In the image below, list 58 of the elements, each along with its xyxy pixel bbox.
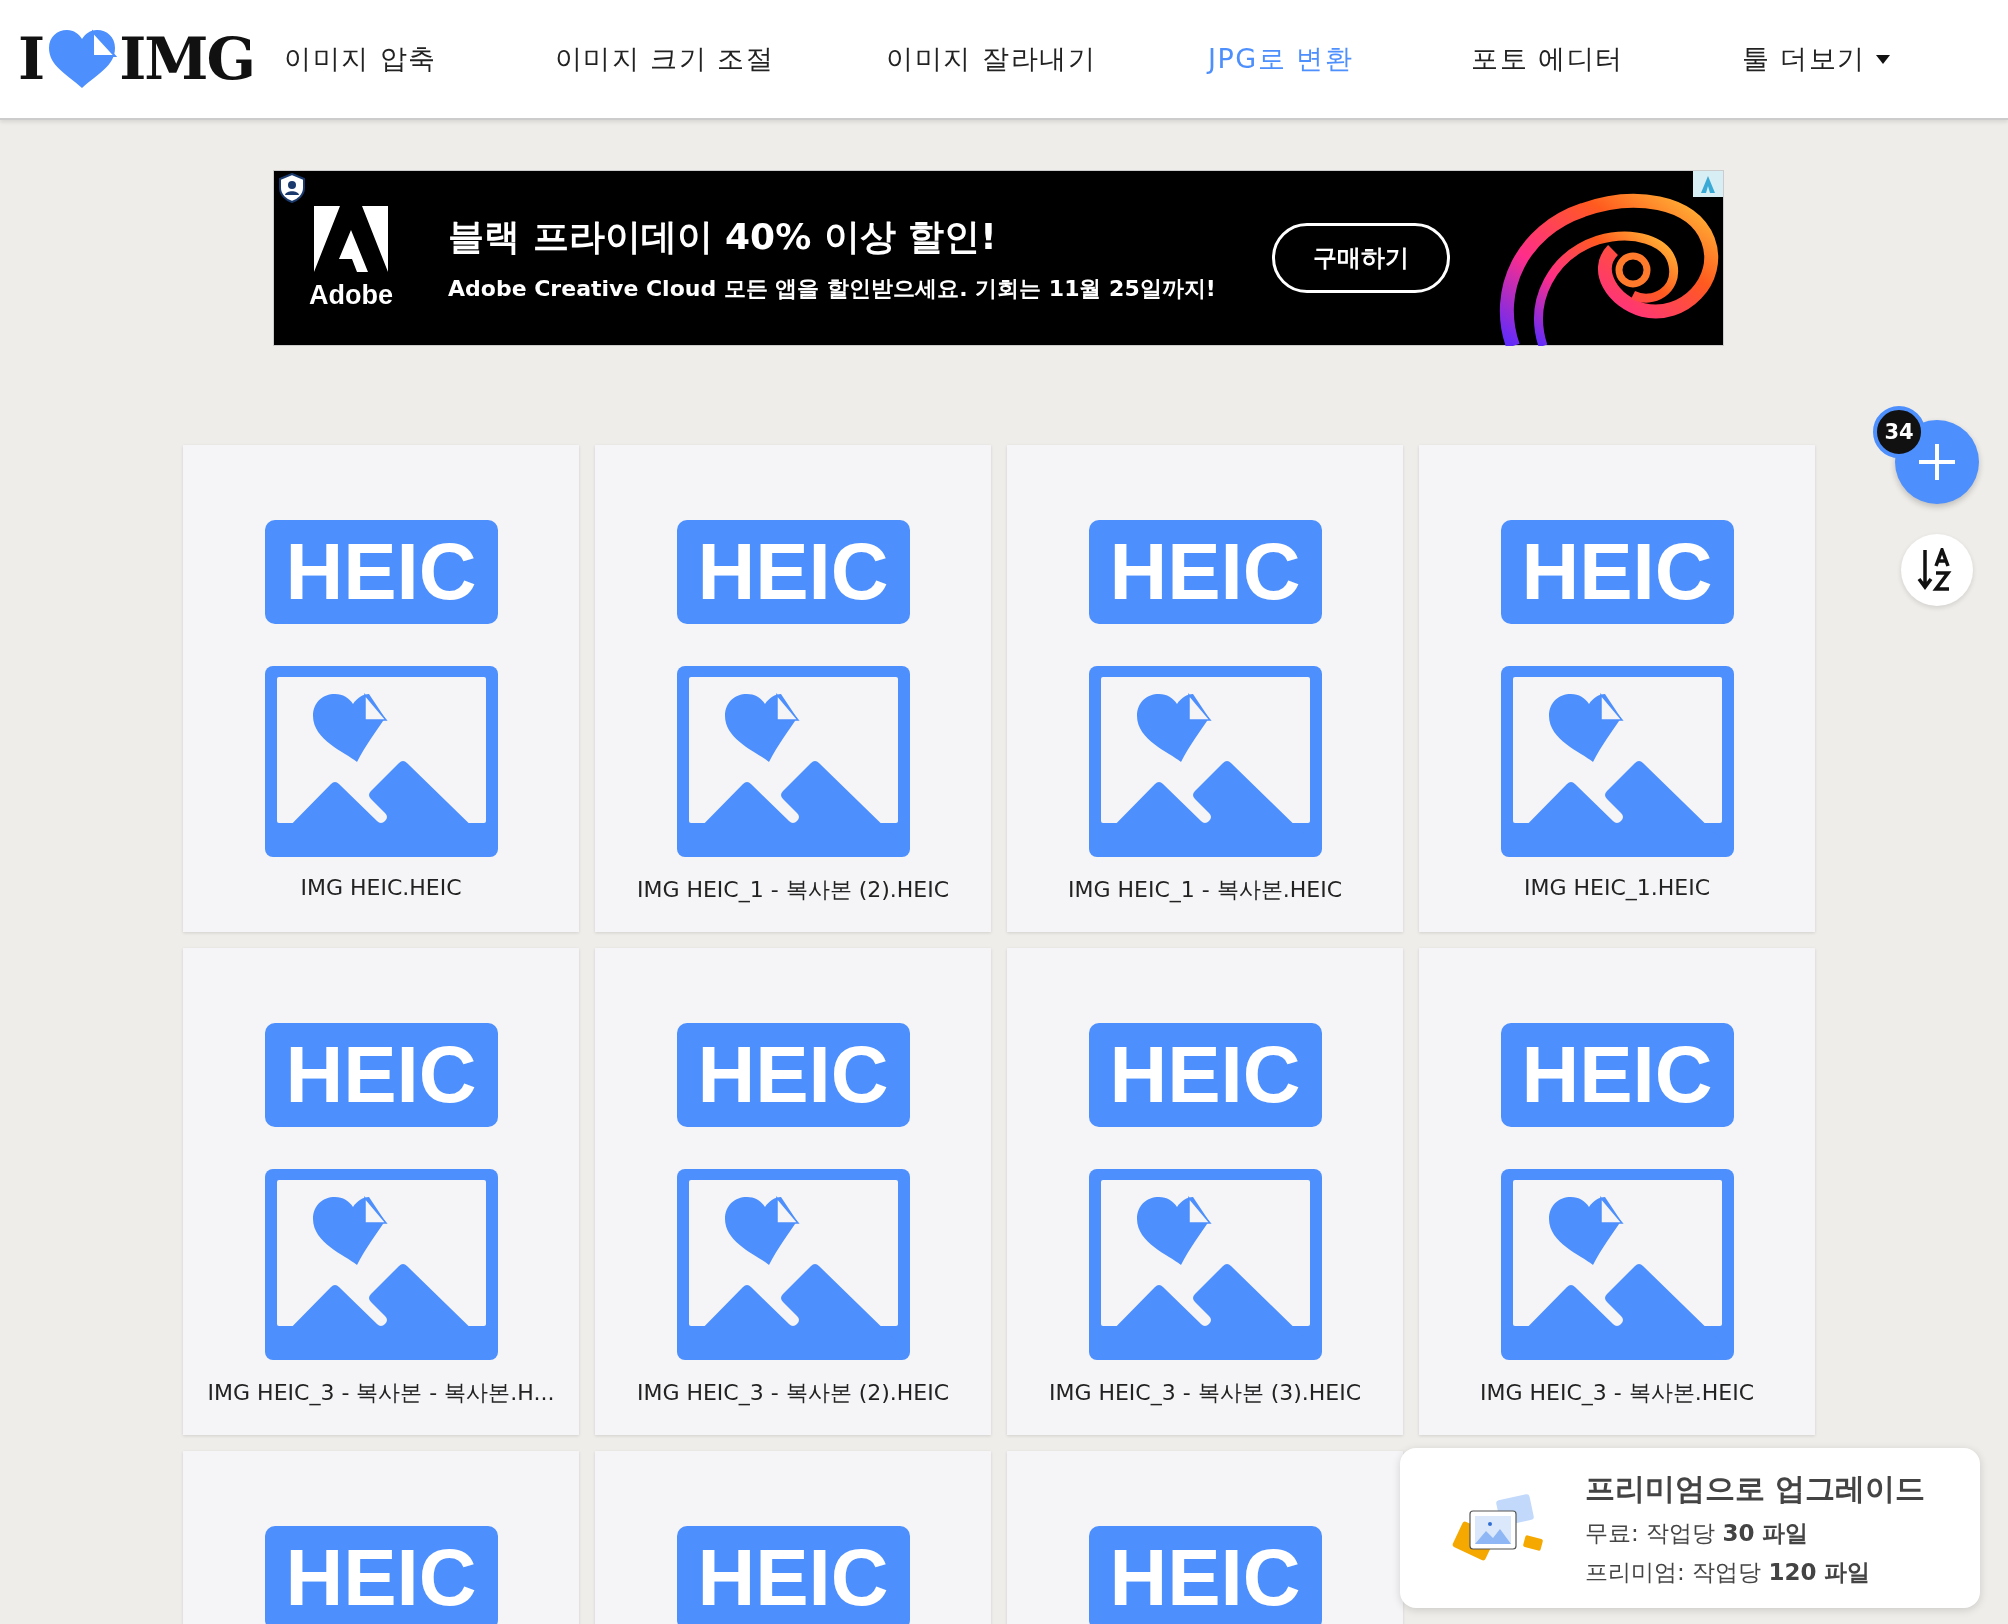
buy-button[interactable]: 구매하기	[1271, 223, 1450, 293]
brand-name: Adobe	[309, 279, 393, 311]
file-count-badge: 34	[1873, 406, 1925, 458]
format-badge: HEIC	[264, 520, 498, 624]
file-card[interactable]: HEIC IMG HEIC.HEIC	[183, 445, 579, 932]
image-placeholder-icon	[264, 1169, 498, 1360]
image-placeholder-icon	[676, 1169, 910, 1360]
nav-link[interactable]: 이미지 크기 조절	[554, 41, 775, 77]
file-card[interactable]: HEIC IMG HEIC_3 - 복사본 - 복사본.H...	[183, 948, 579, 1435]
file-name: IMG HEIC_1 - 복사본.HEIC	[1068, 876, 1342, 905]
heart-logo-icon[interactable]	[47, 28, 118, 90]
ad-headline: 블랙 프라이데이 40% 이상 할인!	[448, 214, 998, 259]
nav-link[interactable]: 툴 더보기	[1741, 41, 1890, 77]
file-card[interactable]: HEIC IMG HEIC_1 - 복사본.HEIC	[1007, 445, 1403, 932]
file-name: IMG HEIC_3 - 복사본 (2).HEIC	[636, 1379, 950, 1408]
nav-link[interactable]: 이미지 압축	[284, 41, 437, 77]
format-badge: HEIC	[676, 1023, 910, 1127]
file-card[interactable]: HEIC IMG HEIC_3 - 복사본 (2).HEIC	[595, 948, 991, 1435]
image-placeholder-icon	[1500, 1169, 1734, 1360]
caret-icon	[1876, 54, 1890, 64]
file-name: IMG HEIC_3 - 복사본.HEIC	[1480, 1379, 1754, 1408]
file-name: IMG HEIC_3 - 복사본 (3).HEIC	[1048, 1379, 1362, 1408]
adobe-logo-icon	[314, 205, 388, 272]
format-badge: HEIC	[1088, 1526, 1322, 1624]
shield-icon	[278, 173, 306, 203]
logo-text[interactable]: IMG	[119, 25, 254, 93]
format-badge: HEIC	[676, 1526, 910, 1624]
plus-icon	[1919, 444, 1955, 480]
format-badge: HEIC	[264, 1526, 498, 1624]
image-placeholder-icon	[676, 666, 910, 857]
format-badge: HEIC	[264, 1023, 498, 1127]
format-badge: HEIC	[1088, 1023, 1322, 1127]
file-name: IMG HEIC_1.HEIC	[1523, 875, 1711, 900]
upgrade-popup[interactable]: 프리미엄으로 업그레이드 무료: 작업당 30 파일 프리미엄: 작업당 120 파일	[1400, 1448, 1980, 1608]
format-badge: HEIC	[676, 520, 910, 624]
popup-title: 프리미엄으로 업그레이드	[1585, 1469, 1926, 1508]
file-name: IMG HEIC.HEIC	[300, 875, 462, 900]
ad-banner[interactable]: Adobe 블랙 프라이데이 40% 이상 할인! Adobe Creative Cloud 모든 앱을 할인받으세요. 기회는 11월 25일까지! 구매하기	[273, 170, 1724, 346]
file-name: IMG HEIC_3 - 복사본 - 복사본.H...	[207, 1379, 555, 1408]
plan-limit-text: 무료: 작업당 30 파일	[1585, 1518, 1810, 1548]
format-badge: HEIC	[1088, 520, 1322, 624]
nav-link[interactable]: 이미지 잘라내기	[886, 41, 1097, 77]
ad-subline: Adobe Creative Cloud 모든 앱을 할인받으세요. 기회는 11월 25일까지!	[448, 274, 1216, 303]
nav-link[interactable]: 포토 에디터	[1471, 41, 1624, 77]
format-badge: HEIC	[1500, 520, 1734, 624]
file-card[interactable]: HEIC IMG HEIC_1.HEIC	[1419, 445, 1815, 932]
image-placeholder-icon	[264, 666, 498, 857]
logo-text[interactable]: I	[18, 25, 44, 93]
file-name: IMG HEIC_1 - 복사본 (2).HEIC	[636, 876, 950, 905]
image-placeholder-icon	[1088, 1169, 1322, 1360]
file-card[interactable]: HEIC IMG HEIC_1 - 복사본 (2).HEIC	[595, 445, 991, 932]
sort-button[interactable]	[1901, 534, 1973, 606]
format-badge: HEIC	[1500, 1023, 1734, 1127]
file-card[interactable]: HEIC IMG HEIC_3 - 복사본 (3).HEIC	[1007, 948, 1403, 1435]
file-card[interactable]: HEIC IMG HEIC_3 - 복사본.HEIC	[1419, 948, 1815, 1435]
image-placeholder-icon	[1500, 666, 1734, 857]
plan-limit-text: 프리미엄: 작업당 120 파일	[1585, 1557, 1872, 1587]
image-placeholder-icon	[1088, 666, 1322, 857]
